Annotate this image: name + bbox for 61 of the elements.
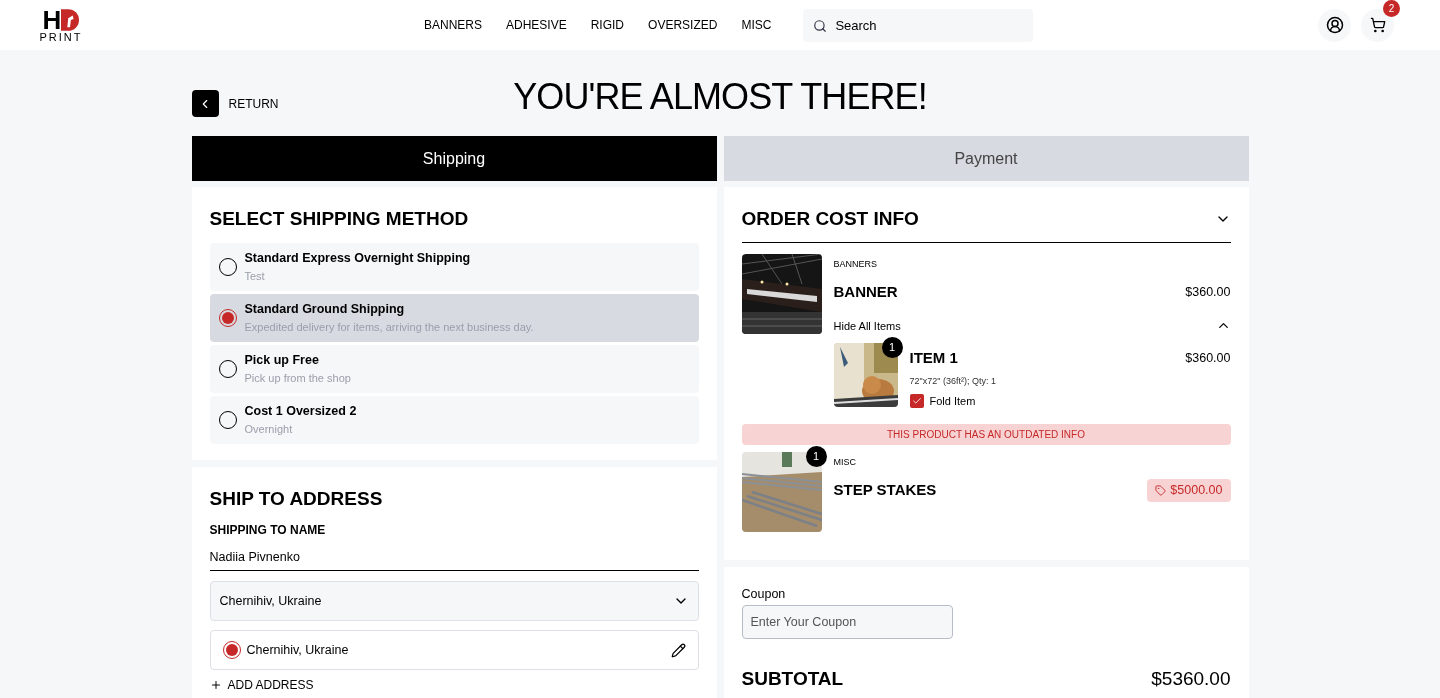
nav-link[interactable]: OVERSIZED [648, 16, 718, 34]
nav-link[interactable]: RIGID [590, 16, 625, 34]
cart-icon [1369, 17, 1386, 33]
item-details: 72"x72" (36ft²); Qty: 1 [909, 374, 997, 388]
option-description: Overnight [244, 421, 294, 437]
product-name: STEP STAKES [833, 480, 937, 501]
account-button[interactable] [1318, 8, 1351, 42]
shipping-option[interactable]: Standard Ground Shipping Expedited delivery for items, arriving the next business day. [209, 293, 699, 342]
shipping-option[interactable]: Cost 1 Oversized 2 Overnight [209, 395, 699, 444]
option-name: Standard Ground Shipping [244, 300, 406, 318]
product-price: $360.00 [1185, 283, 1231, 301]
toggle-items-button[interactable]: Hide All Items [833, 317, 1231, 334]
section-title: SHIP TO ADDRESS [209, 486, 384, 511]
option-name: Standard Express Overnight Shipping [244, 249, 471, 267]
address-label: Chernihiv, Ukraine [246, 641, 349, 659]
section-title: SELECT SHIPPING METHOD [209, 207, 470, 231]
warning-banner: THIS PRODUCT HAS AN OUTDATED INFO [741, 423, 1231, 445]
field-label: SHIPPING TO NAME [209, 522, 327, 539]
item-price: $360.00 [1185, 349, 1231, 367]
quantity-badge: 1 [805, 445, 827, 467]
return-button[interactable]: RETURN [191, 90, 279, 117]
plus-icon [209, 679, 222, 691]
add-address-button[interactable]: ADD ADDRESS [209, 676, 314, 694]
checkbox[interactable] [909, 394, 924, 409]
tab[interactable]: Payment [723, 136, 1249, 181]
nav-link[interactable]: ADHESIVE [506, 16, 567, 34]
nav-link[interactable]: MISC [741, 16, 772, 34]
field-label: Coupon [741, 585, 787, 603]
address-dropdown[interactable]: Chernihiv, Ukraine [209, 581, 699, 621]
option-description: Expedited delivery for items, arriving the next business day. [244, 319, 534, 335]
shipping-option[interactable]: Standard Express Overnight Shipping Test [209, 242, 699, 291]
user-icon [1325, 16, 1344, 34]
product-name: BANNER [833, 282, 898, 302]
address-option[interactable]: Chernihiv, Ukraine [209, 630, 699, 670]
name-field[interactable]: Nadiia Pivnenko [209, 543, 699, 571]
edit-icon [670, 642, 686, 658]
check-icon [911, 396, 922, 407]
nav-link[interactable]: BANNERS [424, 16, 482, 34]
product-category: MISC [833, 455, 857, 469]
page-title: YOU'RE ALMOST THERE! [513, 75, 927, 119]
option-name: Pick up Free [244, 351, 320, 369]
option-name: Cost 1 Oversized 2 [244, 402, 357, 420]
item-name: ITEM 1 [909, 348, 958, 368]
product-category: BANNERS [833, 257, 878, 271]
logo-mark-icon [61, 8, 80, 31]
option-description: Pick up from the shop [244, 370, 351, 386]
cart-count-badge: 2 [1383, 0, 1400, 17]
coupon-field[interactable]: Enter Your Coupon [741, 605, 953, 640]
logo-text: PRINT [39, 31, 83, 43]
search-icon [813, 18, 828, 33]
subtotal-label: SUBTOTAL [741, 667, 844, 692]
section-title: ORDER COST INFO [741, 207, 919, 231]
search-field[interactable]: Search [803, 8, 1034, 42]
shipping-option[interactable]: Pick up Free Pick up from the shop [209, 344, 699, 393]
option-description: Test [244, 268, 266, 284]
checkbox-label: Fold Item [929, 394, 976, 409]
subtotal-value: $5360.00 [1151, 667, 1231, 692]
tag-icon [1155, 485, 1167, 496]
logo-letter: H [42, 7, 62, 32]
tab[interactable]: Shipping [191, 136, 717, 181]
price-tag: $5000.00 [1147, 479, 1231, 502]
